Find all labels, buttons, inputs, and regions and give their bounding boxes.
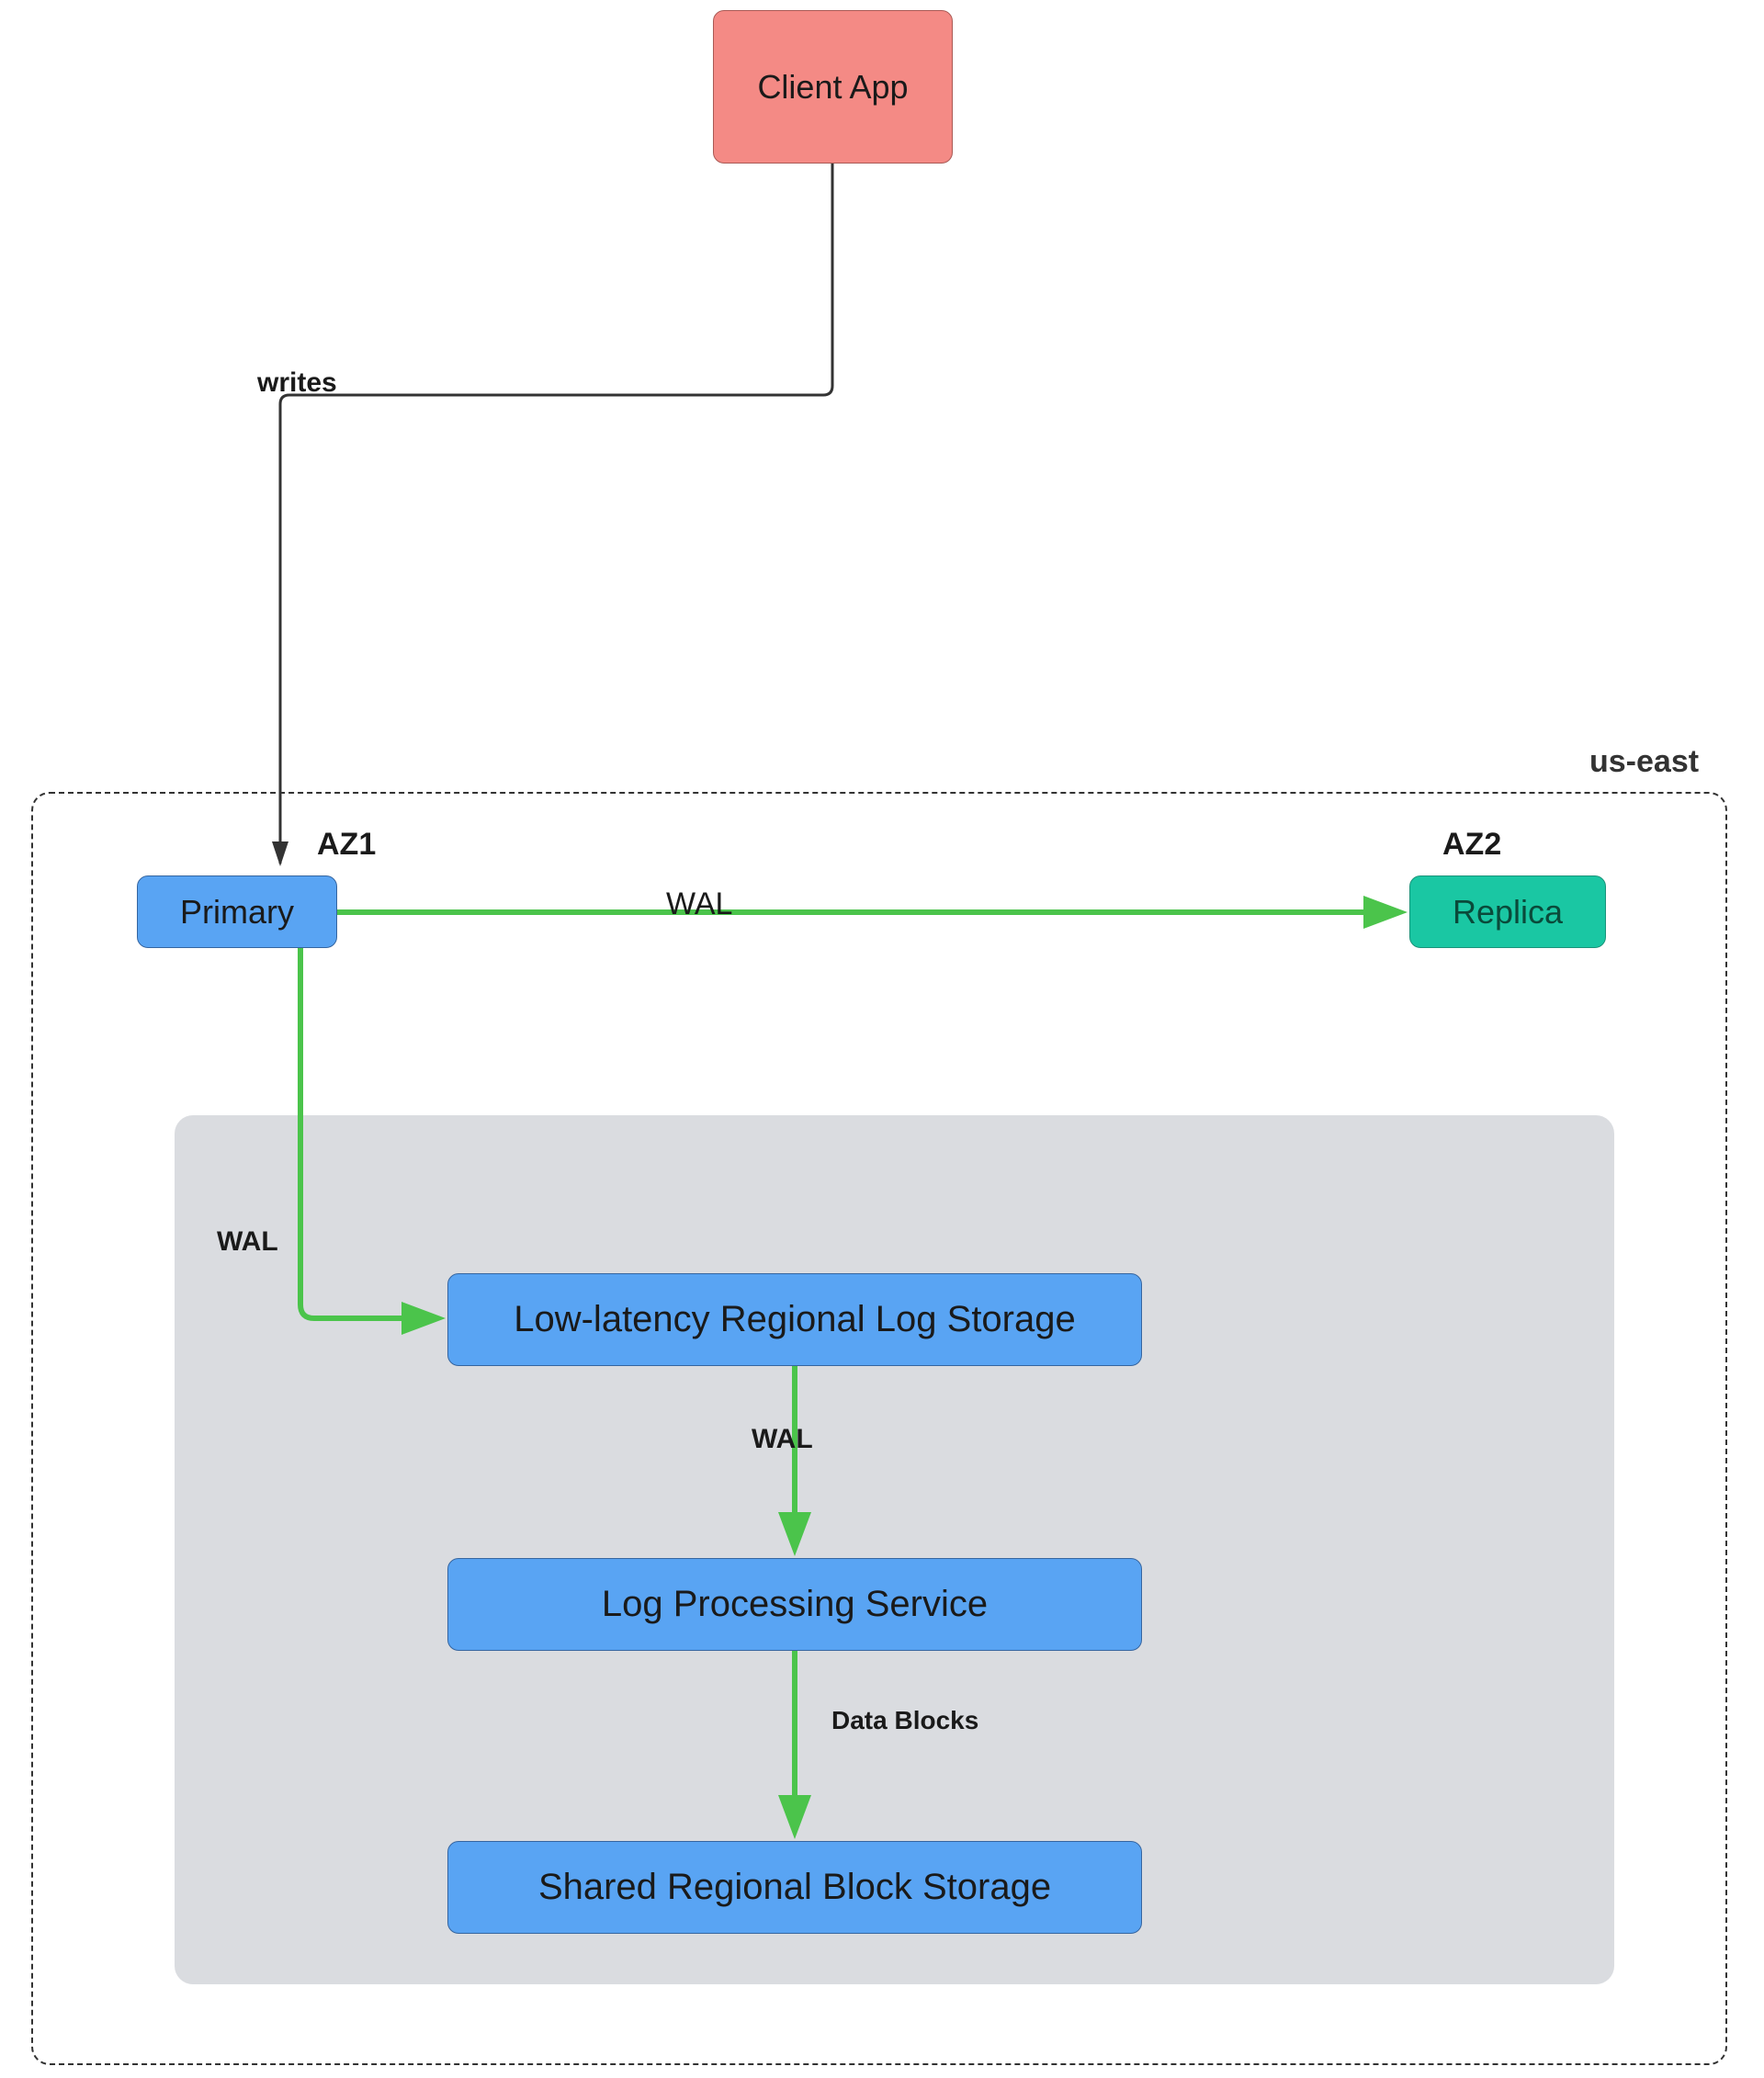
node-log-processing: Log Processing Service — [447, 1558, 1142, 1651]
az1-label: AZ1 — [317, 827, 376, 863]
edge-label-datablocks: Data Blocks — [831, 1706, 978, 1735]
node-client-app: Client App — [713, 10, 953, 164]
node-block-storage: Shared Regional Block Storage — [447, 1841, 1142, 1934]
node-primary: Primary — [137, 875, 337, 948]
node-replica: Replica — [1409, 875, 1606, 948]
architecture-diagram: us-east AZ1 AZ2 Client App Primary Repli… — [0, 0, 1764, 2078]
region-label: us-east — [1589, 744, 1699, 780]
node-log-storage: Low-latency Regional Log Storage — [447, 1273, 1142, 1366]
edge-label-wal-vertical: WAL — [217, 1226, 278, 1258]
edge-label-writes: writes — [257, 367, 337, 399]
az2-label: AZ2 — [1442, 827, 1501, 863]
edge-label-wal-horizontal: WAL — [666, 887, 732, 922]
edge-client-to-primary — [280, 164, 832, 864]
edge-label-wal-mid: WAL — [752, 1424, 813, 1455]
